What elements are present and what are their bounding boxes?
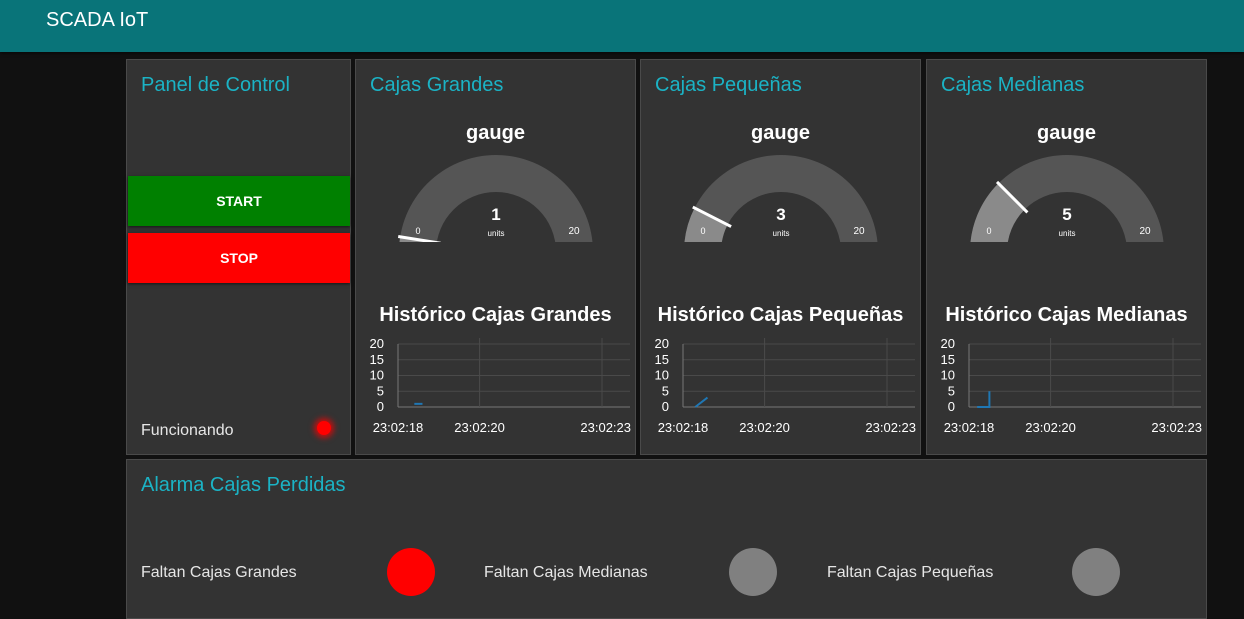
x-tick-label: 23:02:20 xyxy=(454,420,505,435)
history-title: Histórico Cajas Medianas xyxy=(945,304,1188,326)
alarm-led-grandes-icon xyxy=(387,548,435,596)
alarm-label-pequenas: Faltan Cajas Pequeñas xyxy=(827,564,994,581)
app-header: SCADA IoT xyxy=(0,0,1244,52)
gauge-value: 3 xyxy=(776,205,785,224)
app-title: SCADA IoT xyxy=(46,9,149,31)
y-tick-label: 5 xyxy=(948,383,955,398)
gauge-value: 5 xyxy=(1062,205,1071,224)
y-tick-label: 15 xyxy=(370,352,384,367)
history-title: Histórico Cajas Pequeñas xyxy=(657,304,904,326)
y-tick-label: 10 xyxy=(655,368,669,383)
gauge-min: 0 xyxy=(700,226,705,236)
status-led-icon xyxy=(317,421,331,435)
x-tick-label: 23:02:23 xyxy=(865,420,916,435)
gauge-max: 20 xyxy=(568,226,580,237)
history-title: Histórico Cajas Grandes xyxy=(379,304,612,326)
stop-button[interactable]: STOP xyxy=(128,233,350,283)
y-tick-label: 0 xyxy=(662,399,669,414)
x-tick-label: 23:02:18 xyxy=(658,420,709,435)
y-tick-label: 15 xyxy=(655,352,669,367)
x-tick-label: 23:02:18 xyxy=(944,420,995,435)
y-tick-label: 0 xyxy=(948,399,955,414)
alarm-label-medianas: Faltan Cajas Medianas xyxy=(484,564,648,581)
series-line xyxy=(694,396,709,408)
alarm-card: Alarma Cajas Perdidas Faltan Cajas Grand… xyxy=(126,459,1207,619)
gauge-value: 1 xyxy=(491,205,500,224)
gauge-label: gauge xyxy=(466,122,525,144)
y-tick-label: 15 xyxy=(941,352,955,367)
x-tick-label: 23:02:20 xyxy=(739,420,790,435)
y-tick-label: 20 xyxy=(370,336,384,351)
y-tick-label: 10 xyxy=(941,368,955,383)
gauge-card-title: Cajas Medianas xyxy=(941,74,1085,96)
gauge-min: 0 xyxy=(986,226,991,236)
gauge-card-title: Cajas Pequeñas xyxy=(655,74,802,96)
gauge-label: gauge xyxy=(1037,122,1096,144)
control-panel-title: Panel de Control xyxy=(141,74,290,96)
gauge-units: units xyxy=(1059,229,1076,238)
y-tick-label: 5 xyxy=(662,383,669,398)
y-tick-label: 20 xyxy=(655,336,669,351)
y-tick-label: 10 xyxy=(370,368,384,383)
gauge-card-medianas: Cajas Medianas gauge 5 units 0 20 Histórico… xyxy=(926,59,1207,455)
gauge-min: 0 xyxy=(415,226,420,236)
start-button[interactable]: START xyxy=(128,176,350,226)
gauge-dial: 5 units 0 20 xyxy=(970,155,1164,242)
x-tick-label: 23:02:23 xyxy=(580,420,631,435)
y-tick-label: 20 xyxy=(941,336,955,351)
alarm-label-grandes: Faltan Cajas Grandes xyxy=(141,564,297,581)
gauge-units: units xyxy=(773,229,790,238)
series-line xyxy=(977,391,991,408)
alarm-led-medianas-icon xyxy=(729,548,777,596)
history-chart: 20151050 23:02:18 23:02:20 23:02:23 xyxy=(655,336,916,435)
history-chart: 20151050 23:02:18 23:02:20 23:02:23 xyxy=(941,336,1202,435)
alarm-card-title: Alarma Cajas Perdidas xyxy=(141,474,346,496)
alarm-led-pequenas-icon xyxy=(1072,548,1120,596)
gauge-label: gauge xyxy=(751,122,810,144)
gauge-max: 20 xyxy=(853,226,865,237)
y-tick-label: 0 xyxy=(377,399,384,414)
gauge-card-pequenas: Cajas Pequeñas gauge 3 units 0 20 Histórico… xyxy=(640,59,921,455)
y-tick-label: 5 xyxy=(377,383,384,398)
x-tick-label: 23:02:23 xyxy=(1151,420,1202,435)
gauge-dial: 3 units 0 20 xyxy=(684,155,878,242)
x-tick-label: 23:02:18 xyxy=(373,420,424,435)
status-label: Funcionando xyxy=(141,422,234,439)
gauge-units: units xyxy=(488,229,505,238)
x-tick-label: 23:02:20 xyxy=(1025,420,1076,435)
gauge-max: 20 xyxy=(1139,226,1151,237)
gauge-card-grandes: Cajas Grandes gauge 1 units 0 20 Histórico … xyxy=(355,59,636,455)
gauge-dial: 1 units 0 20 xyxy=(397,155,593,242)
gauge-card-title: Cajas Grandes xyxy=(370,74,504,96)
control-panel-card: Panel de Control START STOP Funcionando xyxy=(126,59,351,455)
history-chart: 20151050 23:02:18 23:02:20 23:02:23 xyxy=(370,336,631,435)
